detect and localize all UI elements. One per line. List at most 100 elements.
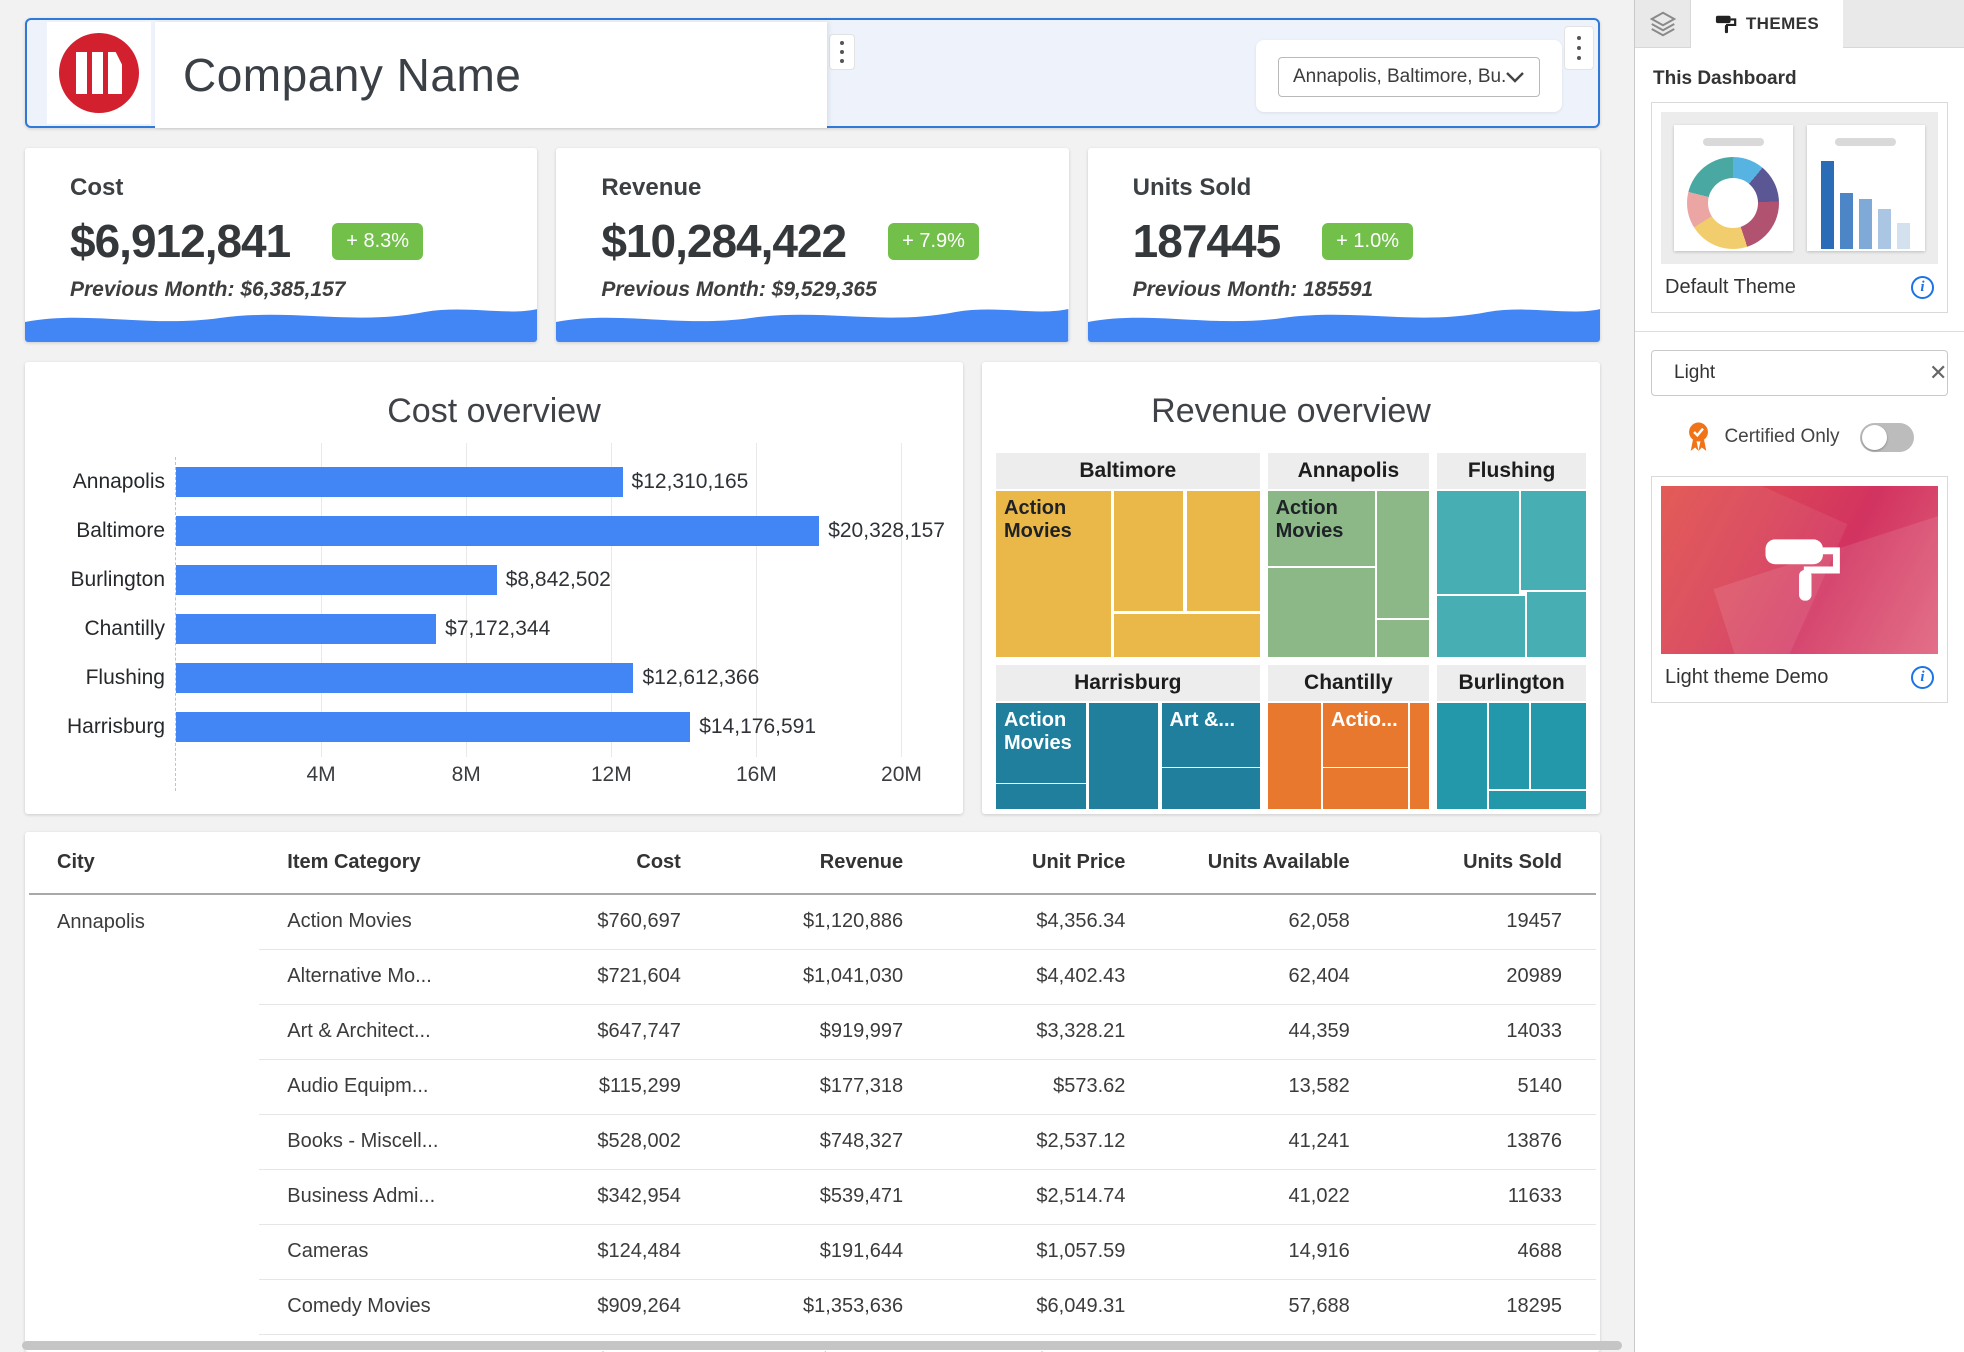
bar-category-label: Chantilly — [43, 604, 175, 653]
horizontal-scrollbar[interactable] — [22, 1341, 1622, 1350]
treemap-cell[interactable] — [1162, 768, 1260, 809]
table-column-header: Cost — [560, 832, 715, 894]
table-cell: $647,747 — [560, 1004, 715, 1059]
treemap-cell[interactable]: Action Movies — [1268, 491, 1376, 566]
bar-row: $8,842,502 — [176, 555, 945, 604]
treemap-group-blocks: Action Movies — [996, 491, 1260, 657]
treemap-cell[interactable] — [1377, 491, 1429, 618]
treemap-group-blocks — [1437, 703, 1586, 809]
light-theme-card[interactable]: Light theme Demo i — [1651, 476, 1948, 703]
table-row[interactable]: Business Admi...$342,954$539,471$2,514.7… — [29, 1169, 1596, 1224]
treemap-cell[interactable]: Actio... — [1323, 703, 1408, 767]
bar-chart-icon — [1821, 157, 1911, 249]
kpi-card[interactable]: Revenue$10,284,422+ 7.9%Previous Month: … — [556, 148, 1068, 342]
table-row[interactable]: AnnapolisAction Movies$760,697$1,120,886… — [29, 894, 1596, 949]
region-filter-value: Annapolis, Baltimore, Bu... — [1293, 66, 1505, 88]
tab-layers[interactable] — [1635, 0, 1691, 48]
table-header-row: CityItem CategoryCostRevenueUnit PriceUn… — [29, 832, 1596, 894]
clear-search-icon[interactable]: ✕ — [1929, 362, 1947, 384]
kpi-previous-month: Previous Month: $6,385,157 — [70, 278, 537, 302]
table-row[interactable]: Cameras$124,484$191,644$1,057.5914,91646… — [29, 1224, 1596, 1279]
table-cell: $539,471 — [715, 1169, 937, 1224]
kpi-card[interactable]: Units Sold187445+ 1.0%Previous Month: 18… — [1088, 148, 1600, 342]
widget-drag-handle-icon[interactable] — [829, 34, 855, 70]
table-column-header: Units Available — [1159, 832, 1383, 894]
table-row[interactable]: Audio Equipm...$115,299$177,318$573.6213… — [29, 1059, 1596, 1114]
kpi-value: 187445 — [1133, 214, 1281, 268]
table-cell: $909,264 — [560, 1279, 715, 1334]
treemap-cell[interactable] — [996, 784, 1086, 809]
treemap-cell[interactable] — [1527, 592, 1586, 657]
certified-only-toggle[interactable] — [1860, 423, 1914, 452]
bar[interactable] — [176, 663, 633, 693]
treemap-cell[interactable] — [1437, 703, 1487, 809]
treemap-cell-label: Action Movies — [996, 491, 1111, 543]
revenue-overview-widget[interactable]: Revenue overview BaltimoreAction MoviesA… — [982, 362, 1600, 814]
default-theme-card[interactable]: Default Theme i — [1651, 102, 1948, 313]
treemap-cell[interactable] — [1268, 568, 1376, 657]
table-row[interactable]: Art & Architect...$647,747$919,997$3,328… — [29, 1004, 1596, 1059]
bar-row: $12,612,366 — [176, 653, 945, 702]
treemap-cell[interactable] — [1114, 491, 1183, 611]
cost-overview-widget[interactable]: Cost overview AnnapolisBaltimoreBurlingt… — [25, 362, 963, 814]
table-row[interactable]: Comedy Movies$909,264$1,353,636$6,049.31… — [29, 1279, 1596, 1334]
table-cell: 19457 — [1384, 894, 1596, 949]
treemap-cell[interactable] — [1114, 614, 1259, 657]
treemap-group-blocks: Action Movies Art &... — [996, 703, 1260, 809]
default-theme-thumbnail — [1661, 112, 1938, 264]
treemap-cell-label: Art &... — [1162, 703, 1260, 732]
treemap-cell[interactable] — [1377, 620, 1429, 657]
tab-themes-label: THEMES — [1746, 14, 1819, 34]
info-icon[interactable]: i — [1911, 666, 1934, 689]
treemap-cell[interactable] — [1521, 491, 1586, 590]
treemap-cell[interactable] — [1187, 491, 1260, 611]
treemap-cell[interactable]: Action Movies — [996, 703, 1086, 783]
table-cell: Comedy Movies — [259, 1279, 559, 1334]
dashboard-header-widget[interactable]: Company Name Annapolis, Baltimore, Bu... — [25, 18, 1600, 128]
data-table-widget[interactable]: CityItem CategoryCostRevenueUnit PriceUn… — [25, 832, 1600, 1352]
treemap-cell[interactable]: Art &... — [1162, 703, 1260, 767]
treemap-cell[interactable]: Action Movies — [996, 491, 1111, 657]
treemap-cell[interactable] — [1531, 703, 1586, 789]
treemap-cell[interactable] — [1089, 703, 1158, 809]
treemap-cell[interactable] — [1268, 703, 1321, 809]
treemap-cell[interactable] — [1410, 703, 1429, 809]
info-icon[interactable]: i — [1911, 276, 1934, 299]
bar-row: $14,176,591 — [176, 702, 945, 751]
kpi-value-line: $6,912,841+ 8.3% — [70, 214, 537, 268]
bar[interactable] — [176, 467, 623, 497]
treemap-cell[interactable] — [1437, 596, 1525, 657]
treemap-group: ChantillyActio... — [1268, 665, 1430, 809]
region-filter-dropdown[interactable]: Annapolis, Baltimore, Bu... — [1278, 57, 1540, 97]
charts-row: Cost overview AnnapolisBaltimoreBurlingt… — [25, 362, 1600, 814]
tab-themes[interactable]: THEMES — [1691, 0, 1843, 48]
search-input[interactable] — [1674, 362, 1919, 384]
kpi-card[interactable]: Cost$6,912,841+ 8.3%Previous Month: $6,3… — [25, 148, 537, 342]
kebab-menu-icon[interactable] — [1564, 26, 1594, 70]
bar-category-label: Harrisburg — [43, 702, 175, 751]
bar[interactable] — [176, 516, 819, 546]
table-row[interactable]: Books - Miscell...$528,002$748,327$2,537… — [29, 1114, 1596, 1169]
table-row[interactable]: Alternative Mo...$721,604$1,041,030$4,40… — [29, 949, 1596, 1004]
table-cell: $528,002 — [560, 1114, 715, 1169]
treemap-cell[interactable] — [1437, 491, 1519, 594]
kpi-previous-month: Previous Month: $9,529,365 — [601, 278, 1068, 302]
bar[interactable] — [176, 614, 436, 644]
mini-bar — [1840, 193, 1853, 249]
treemap-cell[interactable] — [1323, 768, 1408, 809]
bar[interactable] — [176, 712, 690, 742]
company-name: Company Name — [183, 48, 521, 102]
treemap-cell[interactable] — [1489, 791, 1586, 809]
table-cell: 57,688 — [1159, 1279, 1383, 1334]
kpi-value: $10,284,422 — [601, 214, 846, 268]
treemap-cell[interactable] — [1489, 703, 1528, 789]
bar-value-label: $20,328,157 — [828, 519, 945, 543]
table-column-header: Unit Price — [937, 832, 1159, 894]
x-axis-tick: 4M — [307, 763, 336, 787]
light-theme-name: Light theme Demo — [1665, 666, 1911, 689]
kpi-sparkline — [1088, 300, 1600, 342]
bar-category-labels: AnnapolisBaltimoreBurlingtonChantillyFlu… — [43, 457, 175, 791]
kpi-title: Units Sold — [1133, 174, 1600, 202]
table-cell: Cameras — [259, 1224, 559, 1279]
bar[interactable] — [176, 565, 497, 595]
